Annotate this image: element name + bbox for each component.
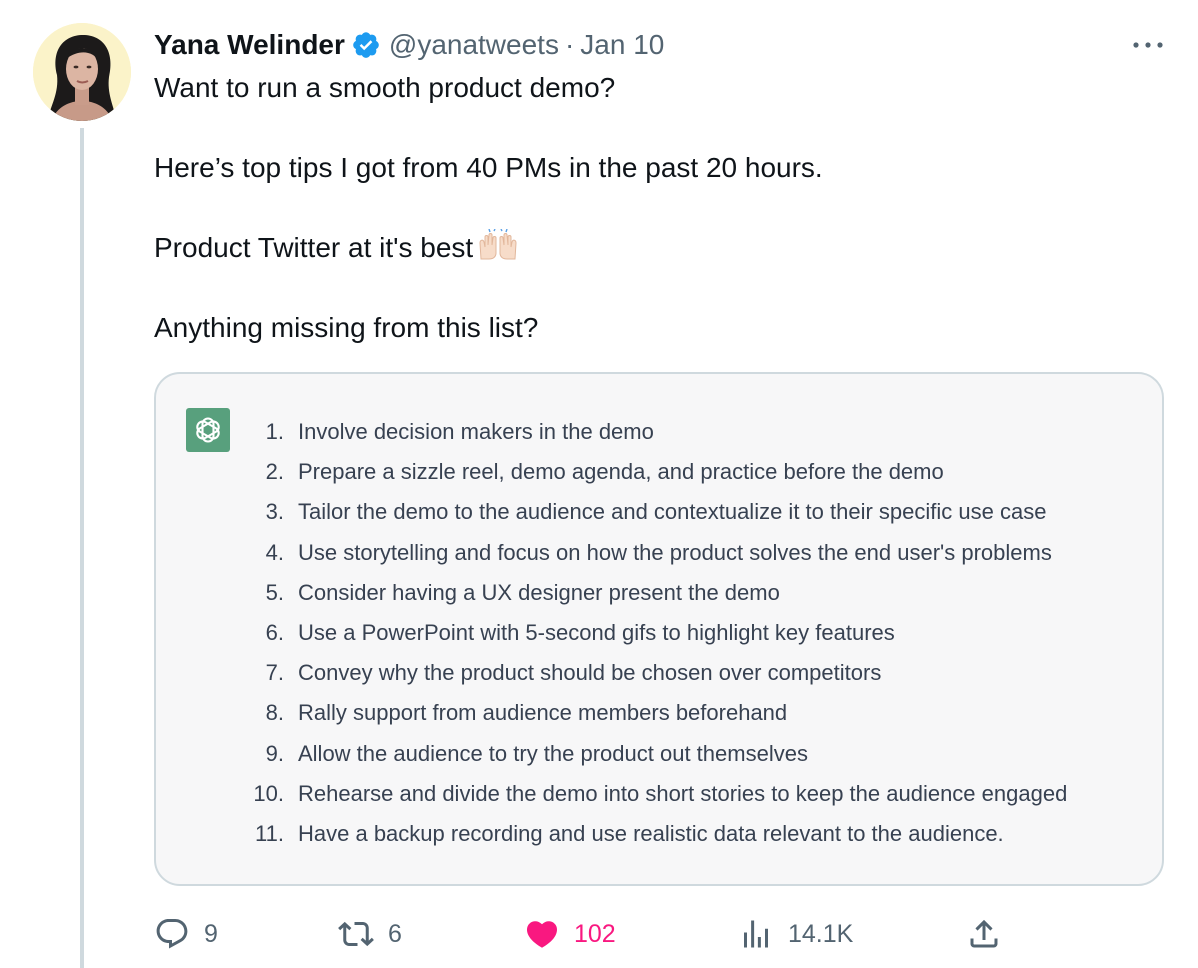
share-button[interactable]	[966, 912, 1002, 956]
list-item-text: Consider having a UX designer present th…	[298, 579, 780, 605]
list-item-number: 8.	[265, 700, 284, 726]
list-item: 5. Consider having a UX designer present …	[240, 573, 1067, 613]
list-item: 1. Involve decision makers in the demo	[240, 412, 1067, 452]
list-item-text: Use storytelling and focus on how the pr…	[298, 539, 1052, 565]
list-item-text: Use a PowerPoint with 5-second gifs to h…	[298, 619, 895, 645]
retweet-button[interactable]: 6	[338, 912, 402, 956]
list-item-number: 2.	[265, 459, 284, 485]
list-item-number: 4.	[265, 539, 284, 565]
tweet-media-image[interactable]: 1. Involve decision makers in the demo 2.…	[154, 372, 1164, 886]
like-button[interactable]: 102	[524, 912, 616, 956]
tweet-paragraph: Want to run a smooth product demo?	[154, 72, 616, 103]
list-item-number: 11.	[255, 820, 284, 846]
retweet-icon	[338, 916, 374, 952]
list-item: 11. Have a backup recording and use reali…	[240, 814, 1067, 854]
list-item-text: Have a backup recording and use realisti…	[298, 820, 1004, 846]
tweet-date[interactable]: Jan 10	[580, 27, 664, 63]
list-item-text: Tailor the demo to the audience and cont…	[298, 499, 1047, 525]
avatar[interactable]	[33, 23, 131, 121]
retweet-count: 6	[388, 919, 402, 948]
separator-dot: ·	[564, 29, 575, 60]
reply-button[interactable]: 9	[154, 912, 218, 956]
list-item: 10. Rehearse and divide the demo into sho…	[240, 774, 1067, 814]
tweet-paragraph: Anything missing from this list?	[154, 312, 539, 343]
tweet-paragraph: Here’s top tips I got from 40 PMs in the…	[154, 152, 823, 183]
list-item: 6. Use a PowerPoint with 5-second gifs to…	[240, 613, 1067, 653]
list-item-number: 6.	[265, 619, 284, 645]
tweet-paragraph-text: Product Twitter at it's best	[154, 232, 474, 263]
views-count: 14.1K	[788, 919, 854, 948]
verified-badge-icon	[351, 30, 381, 60]
list-item-text: Convey why the product should be chosen …	[298, 660, 882, 686]
share-icon	[966, 916, 1002, 952]
list-item-text: Rehearse and divide the demo into short …	[298, 780, 1068, 806]
tweet-header: Yana Welinder @yanatweets · Jan 10	[154, 27, 664, 63]
list-item: 9. Allow the audience to try the product …	[240, 734, 1067, 774]
like-count: 102	[574, 919, 616, 948]
list-item: 2. Prepare a sizzle reel, demo agenda, an…	[240, 452, 1067, 492]
list-item-number: 10.	[253, 780, 284, 806]
author-handle[interactable]: @yanatweets	[389, 27, 559, 63]
heart-icon	[524, 916, 560, 952]
avatar-image	[33, 23, 131, 121]
tweet-paragraph: Product Twitter at it's best	[154, 228, 1164, 268]
tweet-actions: 9 6 102 14.1K	[154, 912, 1014, 956]
list-item-number: 1.	[265, 419, 284, 444]
list-item: 8. Rally support from audience members be…	[240, 693, 1067, 733]
tweet: Yana Welinder @yanatweets · Jan 10 Want …	[0, 0, 1198, 968]
reply-icon	[154, 916, 190, 952]
author-name[interactable]: Yana Welinder	[154, 27, 345, 63]
views-bar-chart-icon	[738, 916, 774, 952]
list-item: 7. Convey why the product should be chose…	[240, 653, 1067, 693]
tips-list: 1. Involve decision makers in the demo 2.…	[240, 412, 1067, 854]
reply-count: 9	[204, 919, 218, 948]
list-item-text: Involve decision makers in the demo	[298, 419, 654, 444]
chatgpt-logo-icon	[186, 408, 230, 452]
list-item-text: Allow the audience to try the product ou…	[298, 740, 808, 766]
list-item-number: 5.	[265, 579, 284, 605]
list-item: 3. Tailor the demo to the audience and co…	[240, 492, 1067, 532]
list-item-number: 7.	[265, 660, 284, 686]
more-options-icon[interactable]	[1130, 30, 1166, 60]
list-item: 4. Use storytelling and focus on how the …	[240, 533, 1067, 573]
list-item-text: Prepare a sizzle reel, demo agenda, and …	[298, 459, 944, 485]
views-button[interactable]: 14.1K	[738, 912, 853, 956]
list-item-number: 3.	[265, 499, 284, 525]
list-item-number: 9.	[265, 740, 284, 766]
thread-line	[80, 128, 84, 968]
list-item-text: Rally support from audience members befo…	[298, 700, 788, 726]
tweet-text: Want to run a smooth product demo? Here’…	[154, 68, 1164, 348]
raising-hands-emoji-icon	[477, 228, 519, 261]
